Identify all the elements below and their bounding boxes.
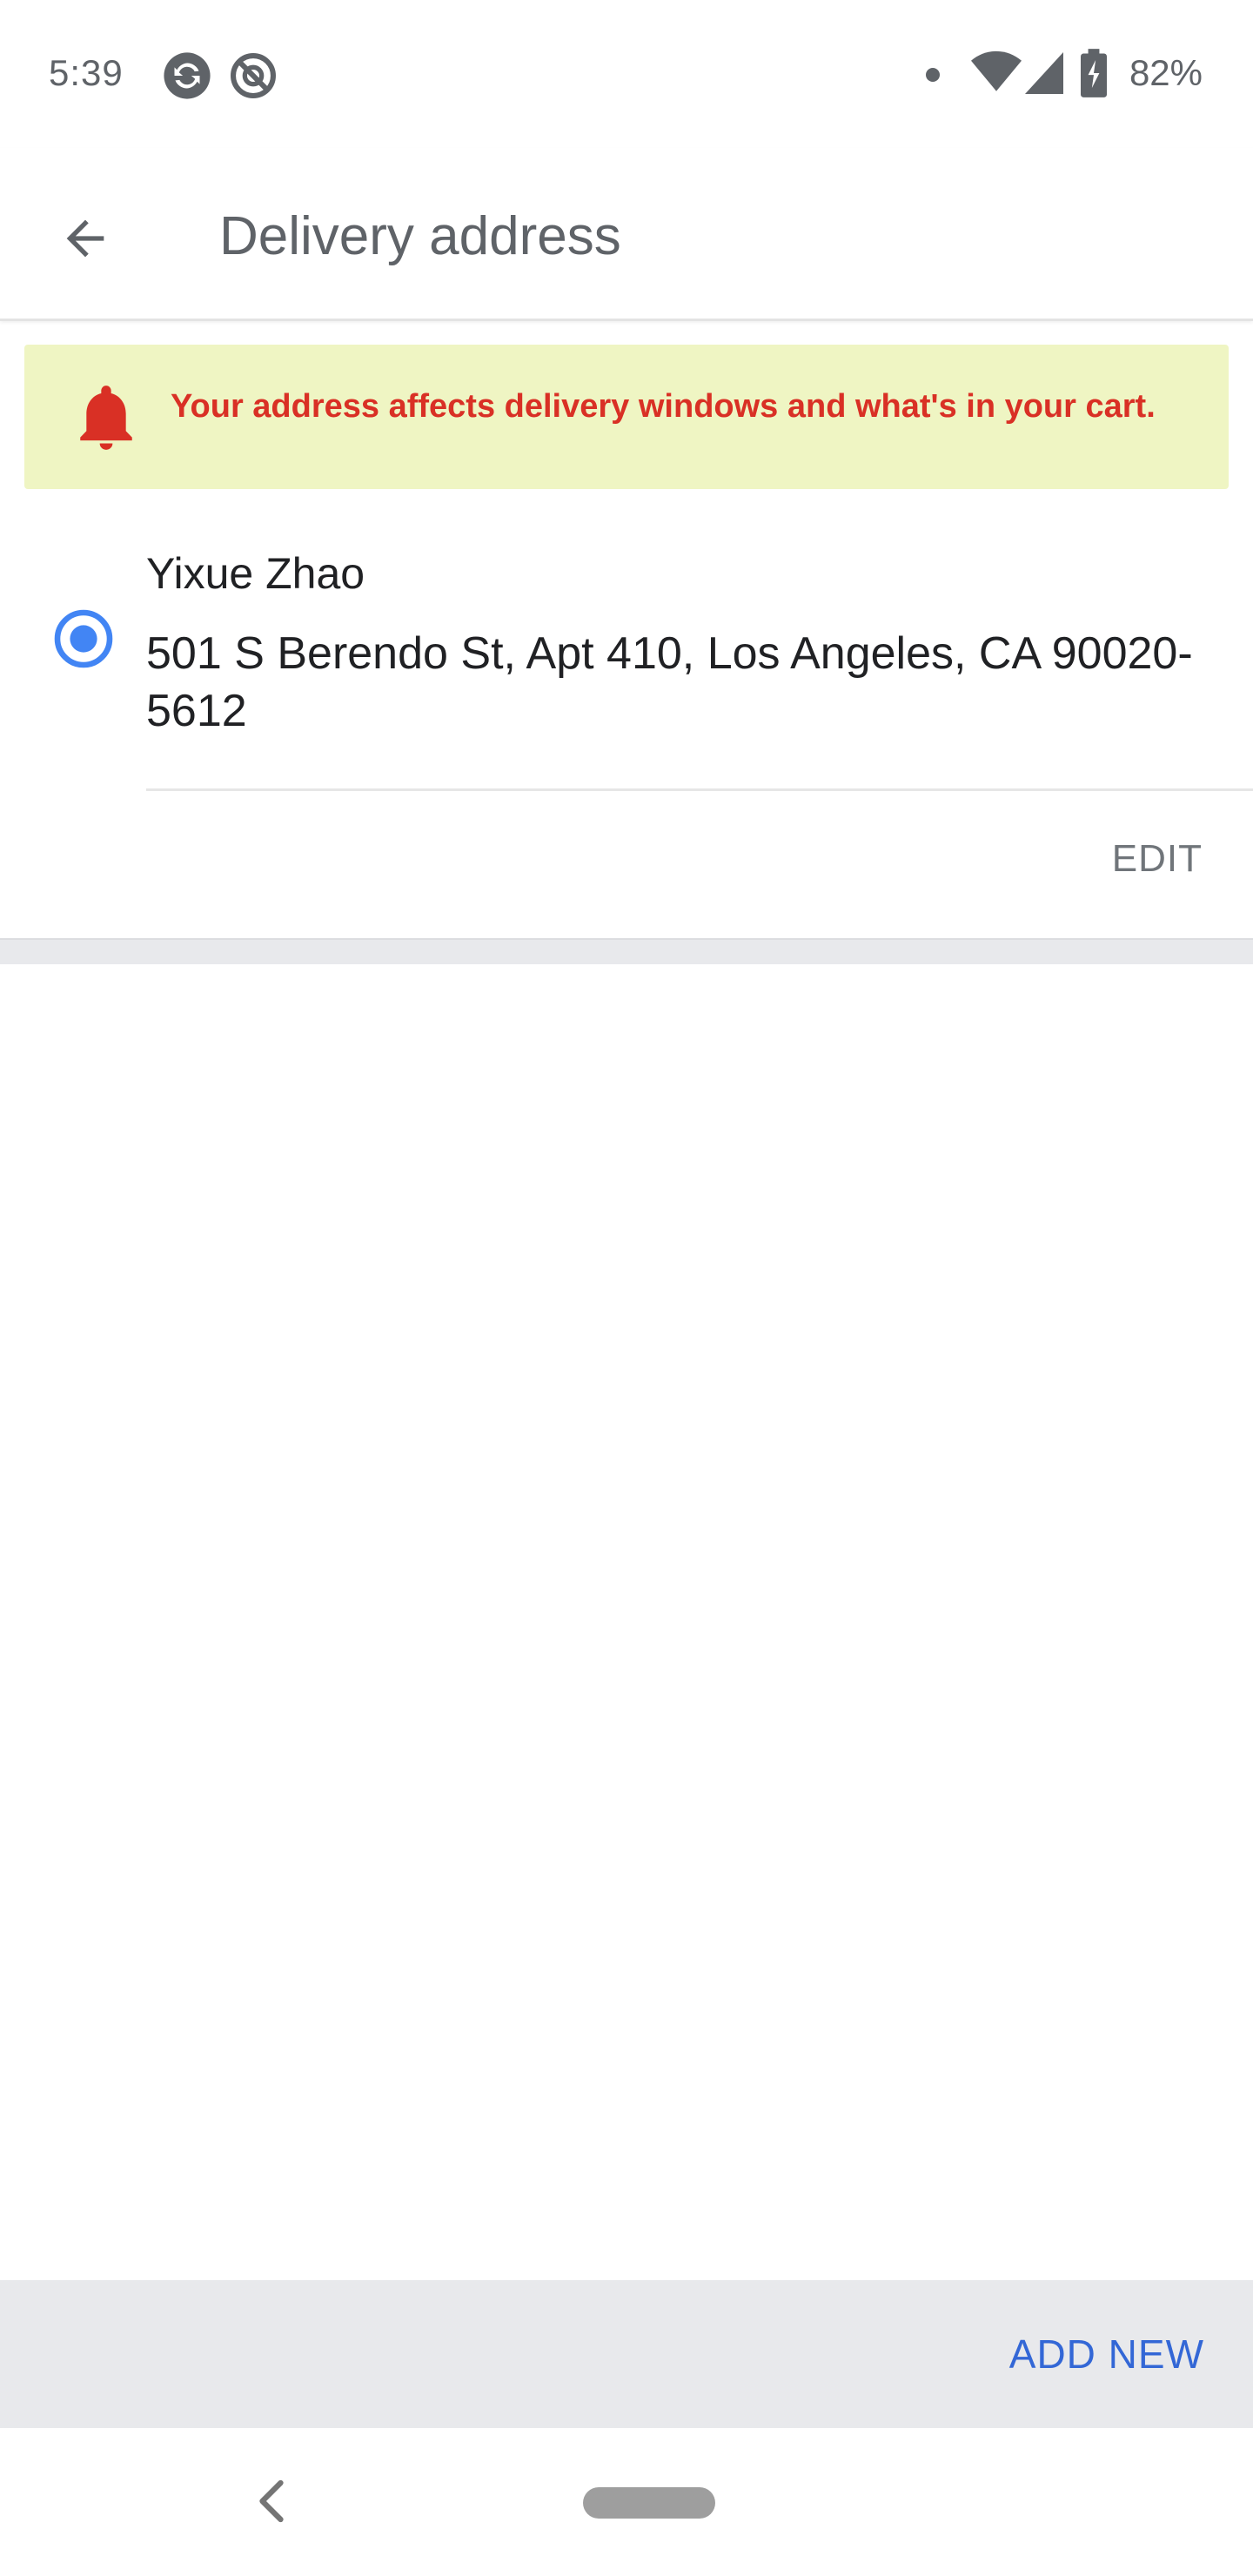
banner-text: Your address affects delivery windows an… — [171, 388, 1156, 425]
add-new-button[interactable]: ADD NEW — [1009, 2331, 1204, 2378]
battery-charging-icon — [1081, 49, 1107, 102]
edit-button[interactable]: EDIT — [1112, 837, 1203, 881]
bell-icon — [77, 385, 136, 455]
screen: 5:39 82% Delivery address Your address a… — [0, 0, 1253, 2576]
bottom-action-bar: ADD NEW — [0, 2280, 1253, 2428]
system-nav-bar — [0, 2428, 1253, 2576]
address-radio-button[interactable] — [52, 607, 115, 670]
sync-icon — [162, 50, 212, 105]
cell-signal-icon — [1025, 52, 1063, 98]
address-divider — [146, 788, 1253, 791]
home-pill-icon[interactable] — [583, 2487, 715, 2519]
page-title: Delivery address — [219, 206, 621, 266]
app-bar: Delivery address — [0, 148, 1253, 321]
section-separator — [0, 938, 1253, 964]
nav-back-icon[interactable] — [252, 2477, 291, 2530]
back-button[interactable] — [42, 195, 129, 282]
address-line: 501 S Berendo St, Apt 410, Los Angeles, … — [146, 628, 1193, 736]
status-time: 5:39 — [49, 52, 124, 93]
address-name: Yixue Zhao — [146, 549, 365, 598]
arrow-back-icon — [66, 219, 104, 258]
status-bar: 5:39 82% — [0, 0, 1253, 148]
delivery-warning-banner: Your address affects delivery windows an… — [24, 345, 1229, 489]
address-card[interactable]: Yixue Zhao 501 S Berendo St, Apt 410, Lo… — [0, 522, 1253, 938]
notification-dot-icon — [924, 66, 941, 88]
battery-percentage: 82% — [1129, 52, 1203, 93]
wifi-icon — [971, 50, 1022, 98]
do-not-disturb-icon — [228, 50, 278, 105]
